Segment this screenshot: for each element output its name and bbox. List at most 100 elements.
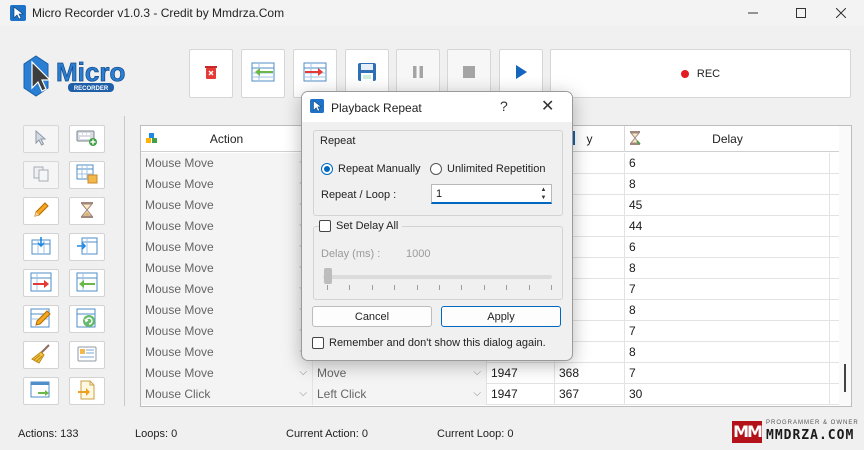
cell-delay-text: 7 — [629, 366, 636, 380]
cell-action-text: Mouse Move — [145, 366, 214, 380]
playback-repeat-dialog[interactable]: Playback Repeat ? ✕ Repeat Repeat Manual… — [301, 91, 573, 361]
dialog-close-icon[interactable]: ✕ — [541, 96, 554, 116]
pencil-icon — [32, 201, 50, 222]
open-file-button[interactable] — [69, 377, 105, 405]
cell-action[interactable]: Mouse Move⌵ — [141, 237, 313, 258]
cell-delay: 6 — [625, 237, 830, 258]
cell-delay: 8 — [625, 174, 830, 195]
record-dot-icon — [680, 69, 689, 78]
slider-tick — [551, 285, 552, 290]
import-rows-button[interactable] — [69, 269, 105, 297]
table-edit-icon — [30, 308, 52, 331]
properties-button[interactable] — [69, 341, 105, 369]
cell-delay: 8 — [625, 300, 830, 321]
logo-word: Micro — [56, 57, 125, 87]
cell-action[interactable]: Mouse Move⌵ — [141, 321, 313, 342]
insert-above-button[interactable] — [23, 233, 59, 261]
column-action[interactable]: Action — [141, 126, 313, 152]
window-export-button[interactable] — [23, 377, 59, 405]
insert-row-button[interactable] — [69, 161, 105, 189]
import-button[interactable] — [241, 49, 285, 98]
broom-icon — [30, 343, 52, 367]
repeat-manually-radio[interactable]: Repeat Manually — [321, 163, 421, 175]
cell-action[interactable]: Mouse Move ⌵ — [141, 363, 313, 384]
hourglass-icon — [79, 201, 95, 222]
set-delay-all-checkbox[interactable]: Set Delay All — [319, 220, 403, 232]
close-icon[interactable] — [818, 0, 864, 26]
cancel-button[interactable]: Cancel — [312, 306, 432, 327]
app-cursor-icon — [10, 5, 26, 21]
delay-slider-ticks — [327, 285, 552, 291]
cell-action-text: Mouse Move — [145, 303, 214, 317]
loop-label: Repeat / Loop : — [321, 189, 397, 201]
cell-delay-text: 8 — [629, 177, 636, 191]
chevron-down-icon[interactable]: ⌵ — [299, 363, 307, 383]
refresh-table-button[interactable] — [69, 305, 105, 333]
cell-action[interactable]: Mouse Move⌵ — [141, 174, 313, 195]
delay-label: Delay (ms) : — [321, 248, 381, 260]
edit-button[interactable] — [23, 197, 59, 225]
delay-button[interactable] — [69, 197, 105, 225]
cell-action[interactable]: Mouse Move⌵ — [141, 195, 313, 216]
cell-event[interactable]: Move ⌵ — [313, 363, 487, 384]
slider-tick — [327, 285, 328, 290]
cell-delay-text: 8 — [629, 303, 636, 317]
table-row[interactable]: Mouse Click ⌵ Left Click ⌵ 1947 367 30 — [141, 384, 841, 405]
move-row-button[interactable] — [69, 233, 105, 261]
chevron-down-icon[interactable]: ⌵ — [299, 384, 307, 404]
slider-tick — [461, 285, 463, 290]
cell-delay: 6 — [625, 153, 830, 174]
help-icon[interactable]: ? — [500, 98, 508, 114]
cell-action[interactable]: Mouse Move⌵ — [141, 153, 313, 174]
table-insert-above-icon — [30, 236, 52, 259]
delay-value[interactable]: 1000 — [406, 248, 430, 260]
spin-arrows-icon[interactable]: ▲ ▼ — [538, 186, 549, 202]
table-row[interactable]: Mouse Move ⌵ Move ⌵ 1947 368 7 — [141, 363, 841, 384]
status-current-action: Current Action: 0 — [286, 428, 368, 440]
dialog-title: Playback Repeat — [331, 101, 422, 115]
app-cursor-icon — [310, 99, 324, 116]
minimize-icon[interactable] — [730, 0, 776, 26]
cell-action[interactable]: Mouse Move⌵ — [141, 258, 313, 279]
apply-button[interactable]: Apply — [441, 306, 561, 327]
cell-delay: 8 — [625, 258, 830, 279]
table-scrollbar[interactable] — [839, 126, 851, 406]
cell-action[interactable]: Mouse Move⌵ — [141, 279, 313, 300]
cell-delay: 8 — [625, 342, 830, 363]
cell-delay-text: 8 — [629, 261, 636, 275]
export-rows-button[interactable] — [23, 269, 59, 297]
pause-icon — [410, 64, 426, 83]
title-bar: Micro Recorder v1.0.3 - Credit by Mmdrza… — [0, 0, 864, 26]
add-key-button[interactable] — [69, 125, 105, 153]
unlimited-repetition-radio[interactable]: Unlimited Repetition — [430, 163, 545, 175]
chevron-down-icon[interactable]: ⌵ — [473, 363, 481, 383]
cell-delay-text: 45 — [629, 198, 643, 212]
slider-tick — [528, 285, 530, 290]
delete-button[interactable] — [189, 49, 233, 98]
cell-action[interactable]: Mouse Move⌵ — [141, 216, 313, 237]
column-delay[interactable]: Delay — [625, 126, 830, 152]
cell-action[interactable]: Mouse Move⌵ — [141, 300, 313, 321]
clear-button[interactable] — [23, 341, 59, 369]
cell-action[interactable]: Mouse Click ⌵ — [141, 384, 313, 405]
keyboard-add-icon — [76, 129, 98, 150]
cell-event[interactable]: Left Click ⌵ — [313, 384, 487, 405]
delay-slider-thumb[interactable] — [324, 268, 332, 284]
select-tool-button[interactable] — [23, 125, 59, 153]
brand-logo: MM PROGRAMMER & OWNER MMDRZA.COM — [732, 418, 860, 446]
copy-button[interactable] — [23, 161, 59, 189]
scrollbar-thumb[interactable] — [844, 364, 846, 392]
cell-action-text: Mouse Move — [145, 219, 214, 233]
rec-button[interactable]: REC — [550, 49, 851, 98]
delay-slider-track[interactable] — [323, 275, 552, 279]
edit-table-button[interactable] — [23, 305, 59, 333]
radio-selected-icon — [321, 163, 333, 175]
chevron-down-icon[interactable]: ⌵ — [473, 384, 481, 404]
cell-x: 1947 — [487, 384, 555, 405]
remember-checkbox[interactable]: Remember and don't show this dialog agai… — [312, 337, 546, 349]
loop-count-input[interactable]: 1 ▲ ▼ — [431, 184, 552, 204]
slider-tick — [506, 285, 508, 290]
cell-action[interactable]: Mouse Move⌵ — [141, 342, 313, 363]
cell-delay: 7 — [625, 363, 830, 384]
rec-label: REC — [696, 67, 721, 80]
